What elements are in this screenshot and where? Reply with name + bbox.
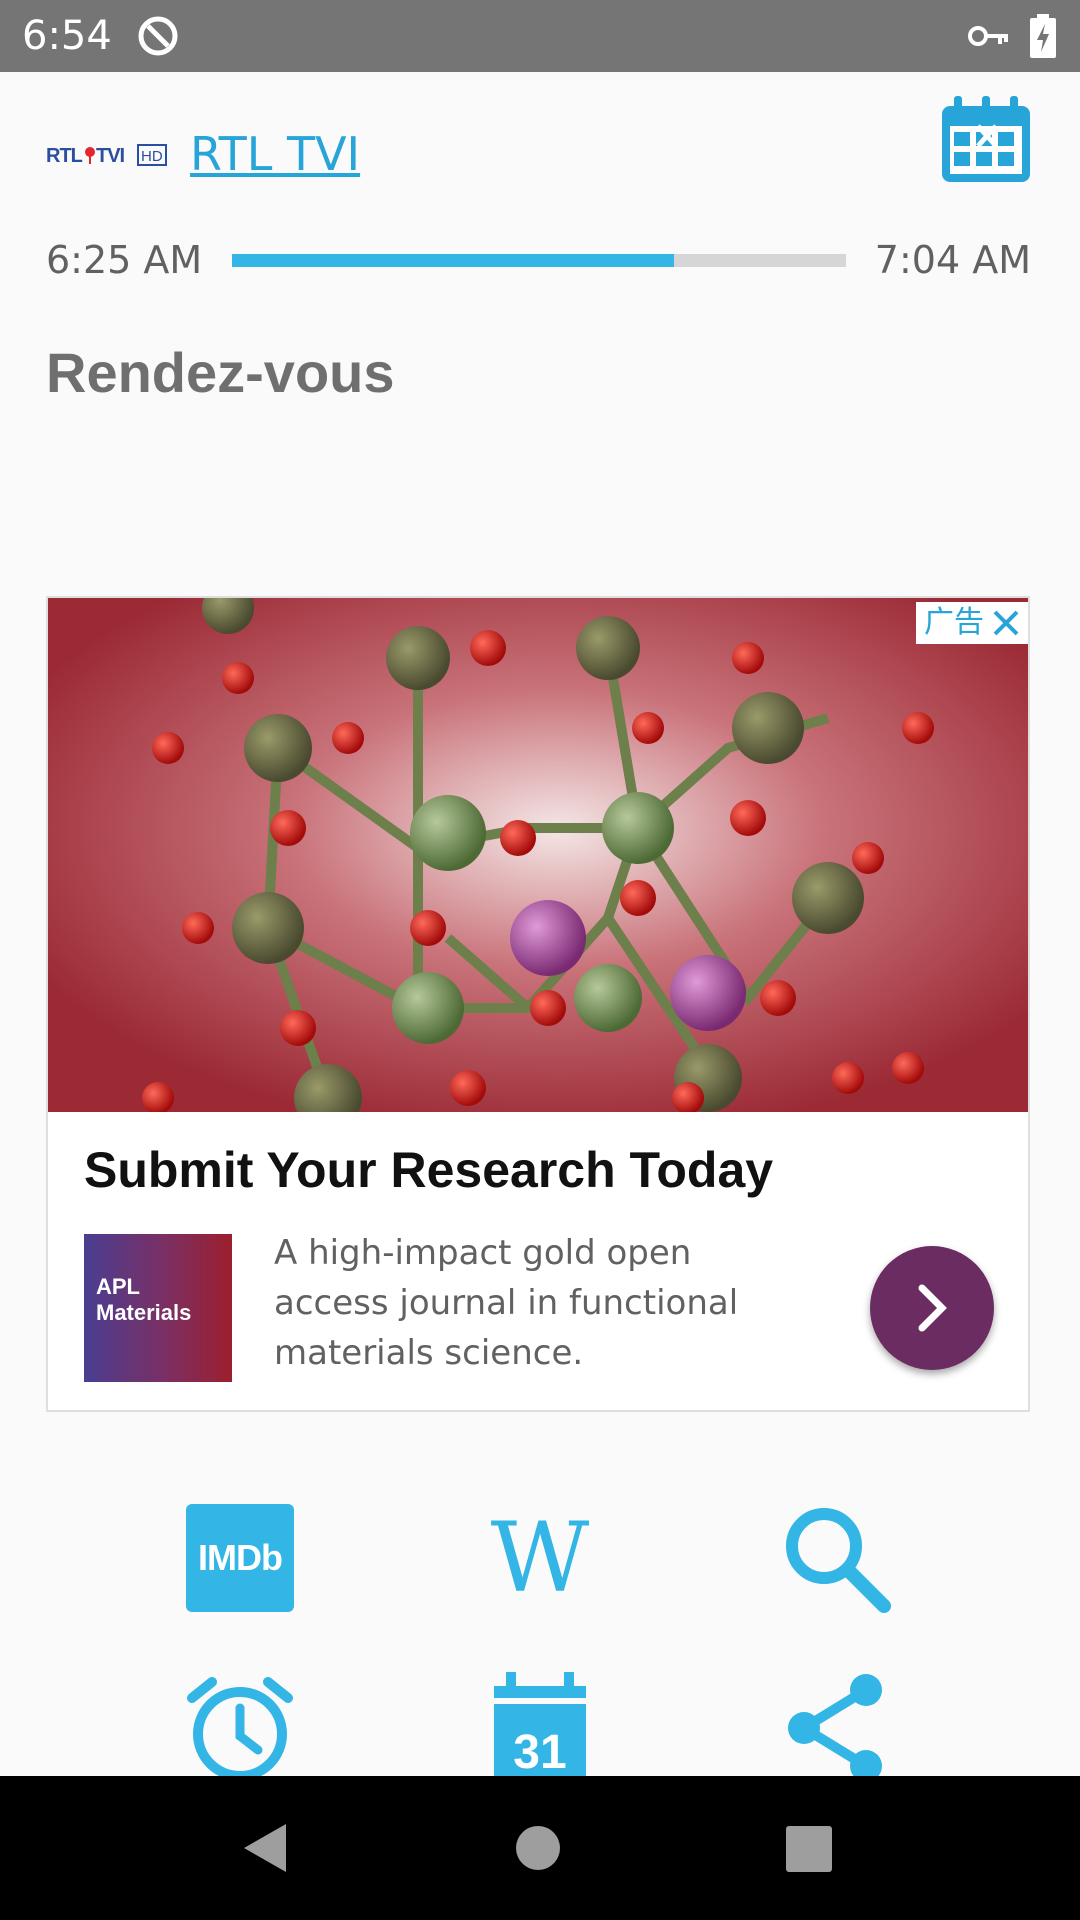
- navigation-bar: [0, 1776, 1080, 1920]
- ad-logo-line1: APL: [96, 1274, 140, 1299]
- channel-name-link[interactable]: RTL TVI: [190, 126, 360, 182]
- status-bar: 6:54: [0, 0, 1080, 72]
- chevron-right-icon: [918, 1284, 947, 1332]
- status-time: 6:54: [22, 13, 112, 59]
- calendar-icon-day: 31: [513, 1726, 566, 1779]
- share-icon: [788, 1674, 882, 1782]
- program-title: Rendez-vous: [46, 341, 395, 404]
- ad-label: 广告: [924, 605, 984, 640]
- alarm-clock-icon: [187, 1677, 293, 1781]
- program-end-time: 7:04 AM: [874, 238, 1031, 282]
- program-start-time: 6:25 AM: [46, 238, 203, 282]
- ad-logo-line2: Materials: [96, 1300, 192, 1325]
- svg-text:RTL: RTL: [46, 145, 83, 167]
- svg-text:TVI: TVI: [96, 145, 125, 167]
- ad-cta-button[interactable]: [870, 1246, 994, 1370]
- vpn-key-icon: [968, 26, 1008, 46]
- calendar-icon: 31: [494, 1672, 586, 1782]
- ad-body-text[interactable]: A high-impact gold open access journal i…: [274, 1228, 814, 1378]
- battery-charging-icon: [1030, 14, 1056, 58]
- program-progress-fill: [232, 254, 675, 267]
- calendar-button[interactable]: 31: [480, 1668, 600, 1788]
- ad-choices[interactable]: 广告: [916, 602, 1028, 644]
- home-icon[interactable]: [516, 1826, 560, 1870]
- program-progress-bar: [232, 254, 846, 267]
- ad-card[interactable]: 广告 Submit Your Research Today APL Materi…: [46, 596, 1030, 1412]
- search-icon: [786, 1508, 891, 1613]
- search-button[interactable]: [776, 1498, 896, 1618]
- recents-icon[interactable]: [786, 1826, 832, 1872]
- ad-headline[interactable]: Submit Your Research Today: [84, 1138, 773, 1202]
- imdb-button[interactable]: IMDb: [180, 1498, 300, 1618]
- alarm-button[interactable]: [180, 1668, 300, 1788]
- share-button[interactable]: [776, 1668, 896, 1788]
- close-icon[interactable]: [992, 609, 1020, 637]
- svg-text:HD: HD: [141, 148, 163, 165]
- ad-image[interactable]: [48, 598, 1028, 1112]
- ad-advertiser-logo[interactable]: APL Materials: [84, 1234, 232, 1382]
- channel-logo: RTL TVI HD: [46, 144, 167, 167]
- wikipedia-icon: W: [490, 1502, 590, 1614]
- calendar-cancel-icon[interactable]: [940, 96, 1032, 184]
- wikipedia-button[interactable]: W: [480, 1498, 600, 1618]
- imdb-icon: IMDb: [186, 1504, 294, 1612]
- no-disturb-icon: [138, 16, 178, 56]
- back-icon[interactable]: [240, 1822, 290, 1874]
